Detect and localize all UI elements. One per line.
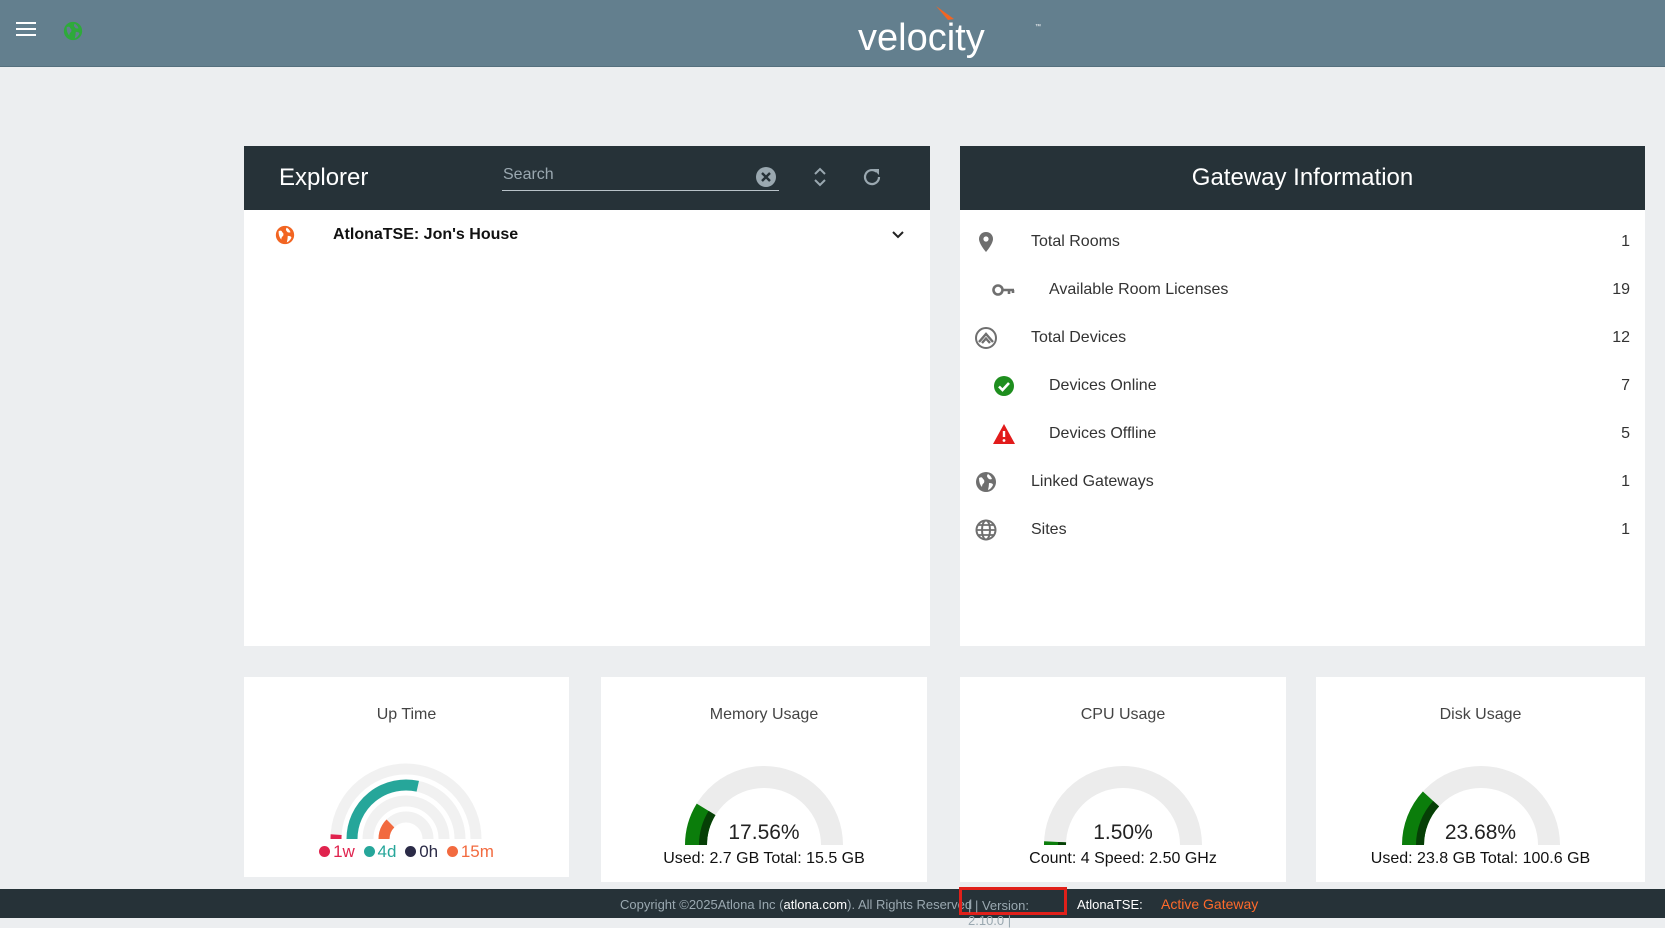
svg-text:velocity: velocity [858,17,985,59]
disk-percent: 23.68% [1316,821,1645,845]
legend-dot [364,846,375,857]
atlona-link[interactable]: atlona.com [784,897,848,912]
location-pin-icon [974,230,998,254]
memory-detail: Used: 2.7 GB Total: 15.5 GB [601,850,927,868]
footer: Copyright ©2025Atlona Inc (atlona.com). … [0,889,1665,918]
version-label: | | Version: 2.10.0 | [959,887,1067,915]
row-label: Available Room Licenses [1049,281,1228,299]
row-total-rooms: Total Rooms 1 [960,222,1645,262]
copyright-prefix: Copyright ©2025Atlona Inc ( [620,897,784,912]
uptime-ring-15m [384,823,390,839]
row-label: Sites [1031,521,1067,539]
row-value: 1 [1621,521,1630,539]
disk-detail: Used: 23.8 GB Total: 100.6 GB [1316,850,1645,868]
row-linked-gateways: Linked Gateways 1 [960,462,1645,502]
memory-card: Memory Usage 17.56% Used: 2.7 GB Total: … [601,677,927,882]
uptime-legend: 1w 4d 0h 15m [244,842,569,862]
legend-item-1w: 1w [319,842,355,862]
key-icon [992,278,1016,302]
warning-icon [992,422,1016,446]
globe-icon [274,224,296,246]
active-gateway-status[interactable]: Active Gateway [1161,896,1258,912]
row-label: Devices Offline [1049,425,1156,443]
row-value: 1 [1621,473,1630,491]
memory-percent: 17.56% [601,821,927,845]
legend-item-15m: 15m [447,842,494,862]
row-label: Total Rooms [1031,233,1120,251]
legend-dot [405,846,416,857]
globe-icon [974,470,998,494]
copyright-suffix: ). All Rights Reserved [847,897,972,912]
disk-card: Disk Usage 23.68% Used: 23.8 GB Total: 1… [1316,677,1645,882]
explorer-panel: Explorer AtlonaTSE: Jon's House [244,146,930,646]
uptime-title: Up Time [244,706,569,724]
legend-dot [447,846,458,857]
gateway-title: Gateway Information [960,164,1645,192]
row-devices-offline: Devices Offline 5 [960,414,1645,454]
row-devices-online: Devices Online 7 [960,366,1645,406]
top-bar: velocity ™ [0,0,1665,67]
clear-icon[interactable] [754,165,778,189]
legend-label: 0h [419,842,438,861]
expand-collapse-icon[interactable] [808,165,832,189]
uptime-gauge [326,757,486,842]
gateway-name: AtlonaTSE: [1077,897,1143,912]
legend-label: 4d [378,842,397,861]
check-circle-icon [992,374,1016,398]
tree-item-label: AtlonaTSE: Jon's House [333,226,518,244]
row-total-devices: Total Devices 12 [960,318,1645,358]
memory-title: Memory Usage [601,706,927,724]
legend-dot [319,846,330,857]
menu-icon[interactable] [16,21,36,37]
legend-item-4d: 4d [364,842,397,862]
row-value: 12 [1612,329,1630,347]
tree-item-gateway[interactable]: AtlonaTSE: Jon's House [244,210,930,260]
copyright: Copyright ©2025Atlona Inc (atlona.com). … [620,897,972,912]
row-label: Devices Online [1049,377,1157,395]
legend-item-0h: 0h [405,842,438,862]
cpu-card: CPU Usage 1.50% Count: 4 Speed: 2.50 GHz [960,677,1286,882]
row-room-licenses: Available Room Licenses 19 [960,270,1645,310]
svg-text:™: ™ [1035,23,1041,30]
row-label: Linked Gateways [1031,473,1154,491]
gateway-header: Gateway Information [960,146,1645,210]
legend-label: 15m [461,842,494,861]
legend-label: 1w [333,842,355,861]
disk-title: Disk Usage [1316,706,1645,724]
search-input[interactable] [502,160,779,191]
velocity-logo: velocity ™ [858,2,1048,62]
connection-globe-icon[interactable] [62,20,84,42]
devices-icon [974,326,998,350]
row-label: Total Devices [1031,329,1126,347]
world-icon [974,518,998,542]
row-value: 7 [1621,377,1630,395]
cpu-title: CPU Usage [960,706,1286,724]
row-sites: Sites 1 [960,510,1645,550]
row-value: 5 [1621,425,1630,443]
row-value: 19 [1612,281,1630,299]
cpu-percent: 1.50% [960,821,1286,845]
uptime-card: Up Time 1w 4d 0h 15m [244,677,569,877]
refresh-icon[interactable] [860,165,884,189]
cpu-detail: Count: 4 Speed: 2.50 GHz [960,850,1286,868]
explorer-title: Explorer [279,164,368,192]
explorer-header: Explorer [244,146,930,210]
row-value: 1 [1621,233,1630,251]
gateway-info-panel: Gateway Information Total Rooms 1 Availa… [960,146,1645,646]
chevron-down-icon[interactable] [890,227,906,243]
